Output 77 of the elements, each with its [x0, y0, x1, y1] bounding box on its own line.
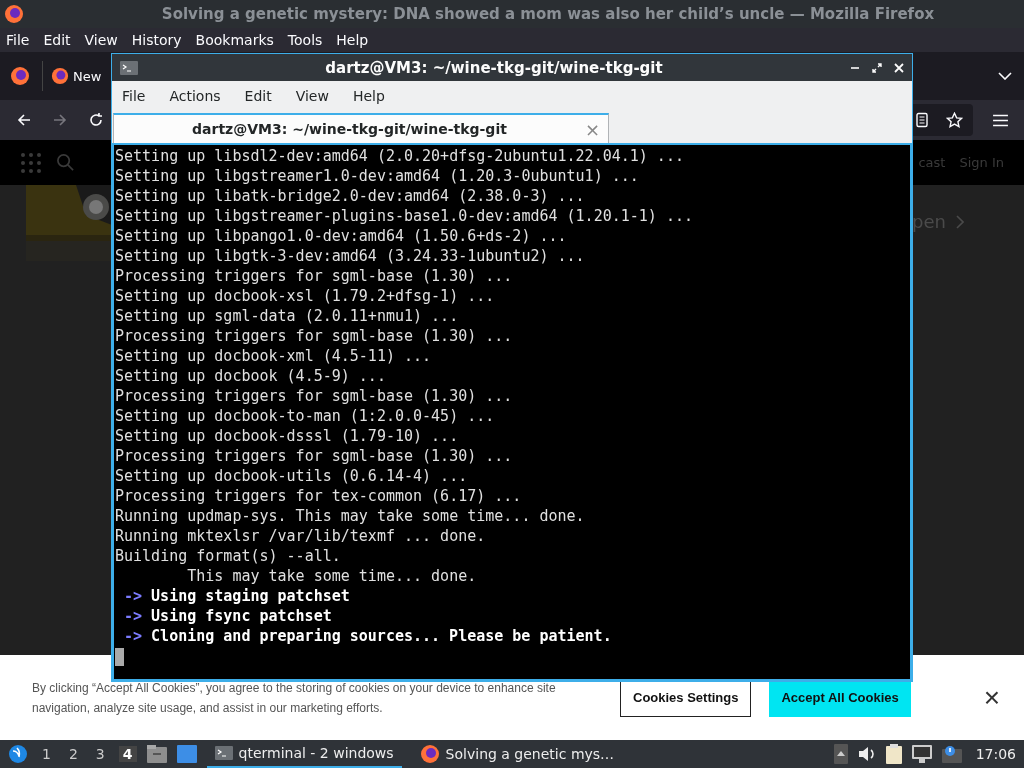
text-cursor — [115, 647, 124, 666]
console-line: Setting up docbook-xsl (1.79.2+dfsg-1) ... — [115, 286, 496, 306]
console-line: Setting up sgml-data (2.0.11+nmu1) ... — [115, 306, 460, 326]
firefox-icon — [51, 67, 69, 85]
console-line: Processing triggers for tex-common (6.17) ... — [115, 486, 523, 506]
back-icon[interactable] — [16, 112, 32, 128]
terminal-tab[interactable]: dartz@VM3: ~/wine-tkg-git/wine-tkg-git × — [113, 113, 609, 143]
menu-item[interactable]: Bookmarks — [195, 32, 274, 48]
console-line: Setting up docbook-utils (0.6.14-4) ... — [115, 466, 469, 486]
taskbar-task[interactable]: qterminal - 2 windows — [206, 740, 402, 768]
menu-icon[interactable] — [993, 113, 1008, 127]
window-title: Solving a genetic mystery: DNA showed a mom was also her child’s uncle — Mozilla Firefox — [160, 5, 936, 23]
volume-icon[interactable] — [857, 746, 876, 762]
firefox-icon — [419, 744, 440, 764]
console-line: This may take some time... done. — [186, 566, 478, 586]
console-line: Setting up libgtk-3-dev:amd64 (3.24.33-1ubuntu2) ... — [115, 246, 586, 266]
console-line: Building format(s) --all. — [115, 546, 342, 566]
console-line: Running updmap-sys. This may take some time... done. — [115, 506, 586, 526]
console-line: Setting up libatk-bridge2.0-dev:amd64 (2.38.0-3) ... — [115, 186, 586, 206]
cookie-notice: By clicking “Accept All Cookies”, you agree to the storing of cookies on your device to enhance site navigation, analyze site usage, and assist in our marketing efforts. — [32, 679, 557, 717]
menu-item[interactable]: Tools — [287, 32, 323, 48]
menu-item[interactable]: View — [84, 32, 118, 48]
console-line: Setting up libgstreamer1.0-dev:amd64 (1.20.3-0ubuntu1) ... — [115, 166, 640, 186]
start-menu-icon[interactable] — [8, 744, 28, 764]
browser-tab[interactable]: New — [42, 61, 102, 91]
window-title: dartz@VM3: ~/wine-tkg-git/wine-tkg-git — [324, 58, 664, 77]
star-icon[interactable] — [946, 111, 963, 129]
console-line: Processing triggers for sgml-base (1.30) ... — [115, 326, 514, 346]
console-line: Setting up libgstreamer-plugins-base1.0-dev:amd64 (1.20.1-1) ... — [115, 206, 694, 226]
console-line: Using fsync patchset — [151, 607, 332, 625]
network-icon[interactable] — [911, 745, 932, 763]
maximize-icon[interactable] — [872, 62, 882, 73]
firefox-icon — [4, 4, 24, 24]
menu-item[interactable]: View — [295, 88, 329, 104]
close-icon[interactable] — [894, 62, 904, 73]
menu-item[interactable]: Actions — [169, 88, 221, 104]
terminal-icon — [214, 746, 233, 760]
chevron-right-icon — [956, 214, 964, 229]
clock: 17:06 — [975, 746, 1016, 762]
desktop-switch[interactable]: 3 — [91, 746, 109, 762]
taskbar-task[interactable]: Solving a genetic mys… — [411, 740, 623, 768]
reader-icon[interactable] — [914, 112, 930, 128]
console-line: Processing triggers for sgml-base (1.30) ... — [115, 266, 514, 286]
console-line: Setting up libsdl2-dev:amd64 (2.0.20+dfsg-2ubuntu1.22.04.1) ... — [115, 146, 685, 166]
close-button[interactable]: × — [979, 681, 1004, 714]
desktop-switch[interactable]: 4 — [118, 746, 137, 762]
prompt-arrow: -> — [124, 587, 143, 605]
file-manager-icon[interactable] — [146, 745, 167, 763]
terminal-icon — [120, 60, 138, 75]
console-line: Running mktexlsr /var/lib/texmf ... done. — [115, 526, 487, 546]
menu-item[interactable]: File — [122, 88, 146, 104]
console-line: Cloning and preparing sources... Please be patient. — [151, 627, 612, 645]
console-line: Setting up libpango1.0-dev:amd64 (1.50.6+ds-2) ... — [115, 226, 568, 246]
prompt-arrow: -> — [124, 607, 143, 625]
menu-item[interactable]: File — [6, 32, 30, 48]
window-icon[interactable] — [176, 745, 197, 763]
clipboard-icon[interactable] — [885, 744, 902, 764]
console-line: Using staging patchset — [151, 587, 350, 605]
desktop-switch[interactable]: 1 — [38, 746, 55, 762]
prompt-arrow: -> — [124, 627, 143, 645]
console-line: Setting up docbook-to-man (1:2.0.0-45) ... — [115, 406, 496, 426]
console-line: Setting up docbook (4.5-9) ... — [115, 366, 387, 386]
menu-item[interactable]: History — [131, 32, 182, 48]
chevron-down-icon[interactable] — [998, 72, 1012, 80]
menu-item[interactable]: Edit — [244, 88, 272, 104]
console-line: Processing triggers for sgml-base (1.30) ... — [115, 386, 514, 406]
console-line: Processing triggers for sgml-base (1.30) ... — [115, 446, 514, 466]
menu-item[interactable]: Edit — [43, 32, 71, 48]
console-line: Setting up docbook-dsssl (1.79-10) ... — [115, 426, 460, 446]
notification-icon[interactable] — [941, 745, 962, 763]
menu-item[interactable]: Help — [352, 88, 385, 104]
console-line: Setting up docbook-xml (4.5-11) ... — [115, 346, 433, 366]
firefox-icon[interactable] — [10, 66, 30, 86]
desktop-switch[interactable]: 2 — [64, 746, 82, 762]
forward-icon[interactable] — [52, 112, 68, 128]
menu-item[interactable]: Help — [336, 32, 369, 48]
reload-icon[interactable] — [88, 112, 104, 128]
